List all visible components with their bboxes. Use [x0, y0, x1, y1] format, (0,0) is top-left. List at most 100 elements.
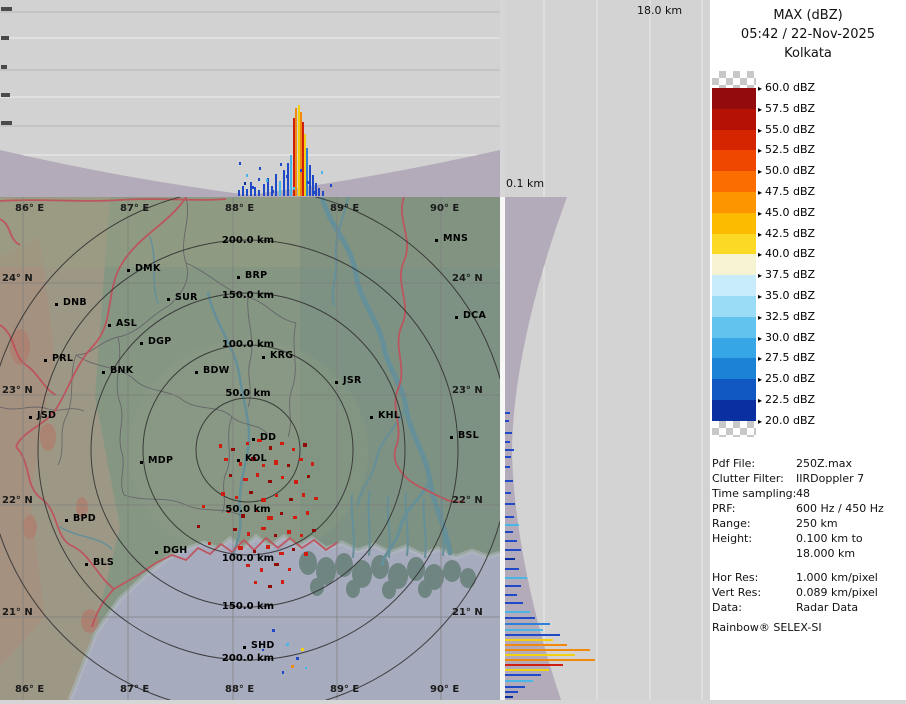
info-value: 250 km: [796, 516, 838, 531]
info-value: 18.000 km: [796, 546, 855, 561]
scale-segment-9: [712, 275, 756, 296]
info-row-1: Clutter Filter:IIRDoppler 7: [712, 471, 904, 486]
scale-tick-label: 30.0 dBZ: [765, 331, 815, 344]
scale-tick-arrow: ▸: [758, 167, 762, 176]
scale-label-row-13: ▸27.5 dBZ: [758, 351, 815, 365]
scale-segment-2: [712, 130, 756, 151]
scale-tick-arrow: ▸: [758, 250, 762, 259]
legend-panel: MAX (dBZ) 05:42 / 22-Nov-2025 Kolkata ▸6…: [710, 0, 906, 700]
scale-tick-arrow: ▸: [758, 146, 762, 155]
scale-tick-arrow: ▸: [758, 313, 762, 322]
scale-tick-label: 57.5 dBZ: [765, 102, 815, 115]
scale-label-row-15: ▸22.5 dBZ: [758, 393, 815, 407]
scale-tick-label: 40.0 dBZ: [765, 247, 815, 260]
scale-label-row-11: ▸32.5 dBZ: [758, 310, 815, 324]
scale-tick-arrow: ▸: [758, 126, 762, 135]
scale-tick-label: 35.0 dBZ: [765, 289, 815, 302]
scale-tick-arrow: ▸: [758, 84, 762, 93]
info-row-9: Data:Radar Data: [712, 600, 904, 615]
scale-label-row-4: ▸50.0 dBZ: [758, 164, 815, 178]
scale-segment-8: [712, 254, 756, 275]
scale-label-row-14: ▸25.0 dBZ: [758, 372, 815, 386]
top-cross-section-panel: [0, 0, 500, 197]
scale-label-row-8: ▸40.0 dBZ: [758, 247, 815, 261]
info-row-0: Pdf File:250Z.max: [712, 456, 904, 471]
info-label: Pdf File:: [712, 456, 796, 471]
product-info-table: Pdf File:250Z.maxClutter Filter:IIRDoppl…: [712, 456, 904, 615]
scale-tick-label: 47.5 dBZ: [765, 185, 815, 198]
scale-tick-label: 60.0 dBZ: [765, 81, 815, 94]
scale-label-row-10: ▸35.0 dBZ: [758, 289, 815, 303]
product-title: MAX (dBZ): [710, 6, 906, 25]
scale-tick-arrow: ▸: [758, 209, 762, 218]
info-value: 250Z.max: [796, 456, 852, 471]
info-label: [712, 546, 796, 561]
scale-tick-label: 27.5 dBZ: [765, 351, 815, 364]
scale-segment-5: [712, 192, 756, 213]
info-value: Radar Data: [796, 600, 858, 615]
scale-segment-0: [712, 88, 756, 109]
info-value: 0.089 km/pixel: [796, 585, 878, 600]
scale-label-row-16: ▸20.0 dBZ: [758, 414, 815, 428]
info-label: Clutter Filter:: [712, 471, 796, 486]
scale-label-row-9: ▸37.5 dBZ: [758, 268, 815, 282]
info-label: Time sampling:: [712, 486, 796, 501]
info-label: PRF:: [712, 501, 796, 516]
timestamp: 05:42 / 22-Nov-2025: [710, 25, 906, 44]
info-value: 600 Hz / 450 Hz: [796, 501, 884, 516]
scale-tick-label: 55.0 dBZ: [765, 123, 815, 136]
info-row-6: 18.000 km: [712, 546, 904, 561]
brand-label: Rainbow® SELEX-SI: [712, 621, 822, 634]
scale-tick-arrow: ▸: [758, 105, 762, 114]
scale-segment-14: [712, 379, 756, 400]
info-row-8: Vert Res:0.089 km/pixel: [712, 585, 904, 600]
site-name: Kolkata: [710, 44, 906, 63]
info-label: Range:: [712, 516, 796, 531]
scale-tick-label: 22.5 dBZ: [765, 393, 815, 406]
scale-tick-label: 32.5 dBZ: [765, 310, 815, 323]
scale-label-row-7: ▸42.5 dBZ: [758, 227, 815, 241]
scale-segment-3: [712, 150, 756, 171]
scale-label-row-6: ▸45.0 dBZ: [758, 206, 815, 220]
info-row-4: Range:250 km: [712, 516, 904, 531]
scale-label-row-12: ▸30.0 dBZ: [758, 331, 815, 345]
scale-tick-arrow: ▸: [758, 354, 762, 363]
info-row-2: Time sampling:48: [712, 486, 904, 501]
dbz-color-scale: [712, 71, 756, 437]
scale-tick-label: 20.0 dBZ: [765, 414, 815, 427]
scale-label-row-0: ▸60.0 dBZ: [758, 81, 815, 95]
top-gridlines: [0, 12, 500, 155]
right-cross-section-panel: [505, 0, 710, 700]
scale-label-row-2: ▸55.0 dBZ: [758, 123, 815, 137]
scale-segment-10: [712, 296, 756, 317]
info-value: 0.100 km to: [796, 531, 863, 546]
map-view: 86° E86° E87° E87° E88° E88° E89° E89° E…: [0, 197, 500, 700]
info-value: 1.000 km/pixel: [796, 570, 878, 585]
scale-segment-1: [712, 109, 756, 130]
map-svg: [0, 197, 500, 700]
info-value: IIRDoppler 7: [796, 471, 864, 486]
info-row-5: Height:0.100 km to: [712, 531, 904, 546]
scale-segment-11: [712, 317, 756, 338]
info-value: 48: [796, 486, 810, 501]
info-label: Data:: [712, 600, 796, 615]
scale-label-row-3: ▸52.5 dBZ: [758, 143, 815, 157]
scale-tick-arrow: ▸: [758, 292, 762, 301]
scale-tick-label: 45.0 dBZ: [765, 206, 815, 219]
scale-tick-label: 37.5 dBZ: [765, 268, 815, 281]
height-axis-max-label: 18.0 km: [637, 4, 682, 17]
scale-tick-arrow: ▸: [758, 188, 762, 197]
scale-segment-7: [712, 234, 756, 255]
scale-segment-4: [712, 171, 756, 192]
scale-tick-label: 50.0 dBZ: [765, 164, 815, 177]
scale-label-row-5: ▸47.5 dBZ: [758, 185, 815, 199]
scale-tick-arrow: ▸: [758, 271, 762, 280]
scale-segment-12: [712, 338, 756, 359]
out-of-range-mask: [0, 197, 500, 700]
scale-tick-label: 25.0 dBZ: [765, 372, 815, 385]
scale-segment-13: [712, 358, 756, 379]
info-row-3: PRF:600 Hz / 450 Hz: [712, 501, 904, 516]
right-panel-bg: [505, 0, 710, 700]
scale-tick-arrow: ▸: [758, 230, 762, 239]
scale-tick-arrow: ▸: [758, 417, 762, 426]
